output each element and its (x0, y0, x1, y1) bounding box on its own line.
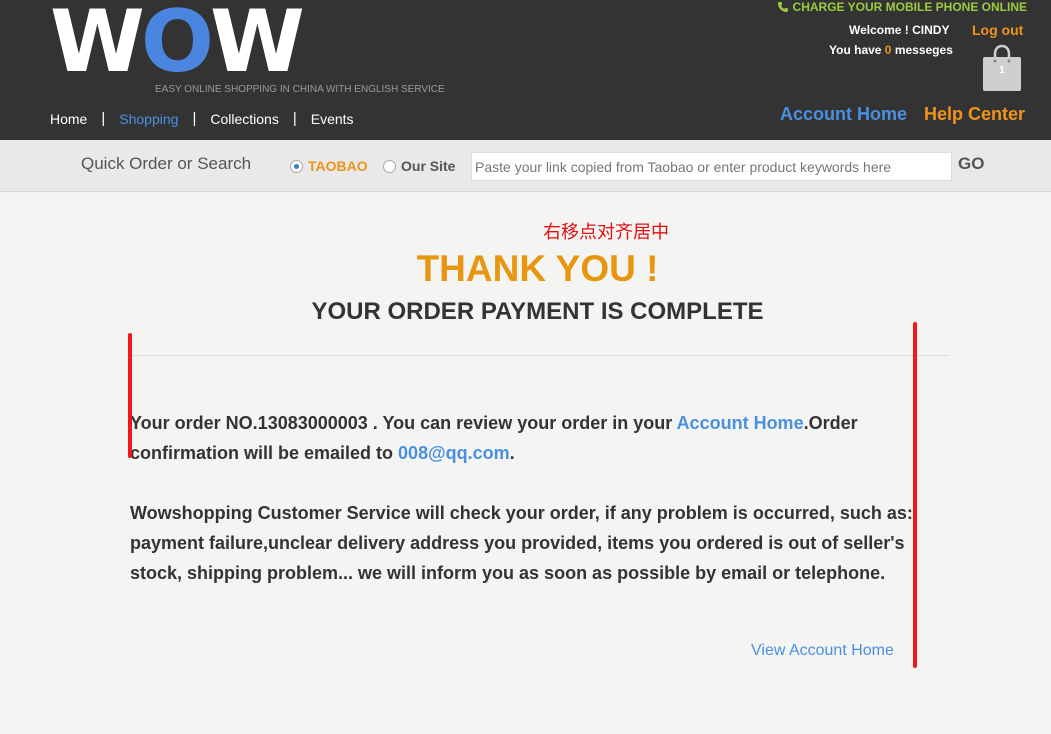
site-logo[interactable]: WOW (50, 0, 320, 85)
messages-suffix: messeges (891, 43, 953, 57)
account-home-link[interactable]: Account Home (780, 104, 907, 125)
nav-events[interactable]: Events (311, 111, 354, 127)
site-tagline: EASY ONLINE SHOPPING IN CHINA WITH ENGLI… (155, 84, 445, 95)
inline-account-home-link[interactable]: Account Home (677, 413, 804, 433)
nav-shopping[interactable]: Shopping (119, 111, 178, 127)
help-center-link[interactable]: Help Center (924, 104, 1025, 125)
messages-prefix: You have (829, 43, 885, 57)
payment-complete-subtitle: YOUR ORDER PAYMENT IS COMPLETE (311, 298, 764, 325)
shopping-cart-button[interactable]: 1 (981, 44, 1023, 92)
search-input[interactable] (471, 152, 952, 181)
order-text-1: Your order NO.13083000003 . You can revi… (130, 413, 677, 433)
our-site-radio[interactable] (383, 160, 396, 173)
nav-separator: | (292, 110, 297, 127)
red-annotation-mark-left (128, 333, 132, 458)
nav-home[interactable]: Home (50, 111, 87, 127)
main-nav: Home | Shopping | Collections | Events (50, 110, 354, 127)
logout-link[interactable]: Log out (972, 22, 1023, 38)
taobao-radio-label[interactable]: TAOBAO (308, 158, 368, 174)
quick-order-bar: Quick Order or Search TAOBAO Our Site GO (0, 140, 1051, 192)
site-header: WOW EASY ONLINE SHOPPING IN CHINA WITH E… (0, 0, 1051, 140)
order-text-3: . (509, 443, 515, 463)
section-divider (130, 355, 950, 356)
customer-service-paragraph: Wowshopping Customer Service will check … (130, 503, 913, 583)
logo-letter-w1: W (50, 0, 145, 92)
messages-status[interactable]: You have 0 messeges (829, 43, 953, 57)
phone-icon (777, 2, 788, 12)
nav-separator: | (101, 110, 106, 127)
taobao-radio[interactable] (290, 160, 303, 173)
red-annotation-mark-right (913, 322, 917, 668)
nav-collections[interactable]: Collections (210, 111, 278, 127)
logo-letter-w2: W (209, 0, 305, 92)
charge-label: CHARGE YOUR MOBILE PHONE ONLINE (792, 0, 1027, 14)
nav-separator: | (192, 110, 197, 127)
charge-phone-link[interactable]: CHARGE YOUR MOBILE PHONE ONLINE (777, 0, 1027, 14)
view-account-home-link[interactable]: View Account Home (751, 642, 894, 660)
logo-letter-o: O (140, 0, 214, 92)
welcome-text: Welcome ! CINDY (849, 23, 950, 37)
cart-count: 1 (999, 65, 1005, 76)
order-confirmation-paragraph: Your order NO.13083000003 . You can revi… (130, 408, 920, 468)
email-link[interactable]: 008@qq.com (398, 443, 510, 463)
red-annotation-text: 右移点对齐居中 (543, 222, 669, 243)
quick-order-label: Quick Order or Search (81, 154, 252, 173)
our-site-radio-label[interactable]: Our Site (401, 158, 455, 174)
thank-you-heading: THANK YOU ! (416, 248, 659, 289)
go-button[interactable]: GO (958, 154, 984, 174)
